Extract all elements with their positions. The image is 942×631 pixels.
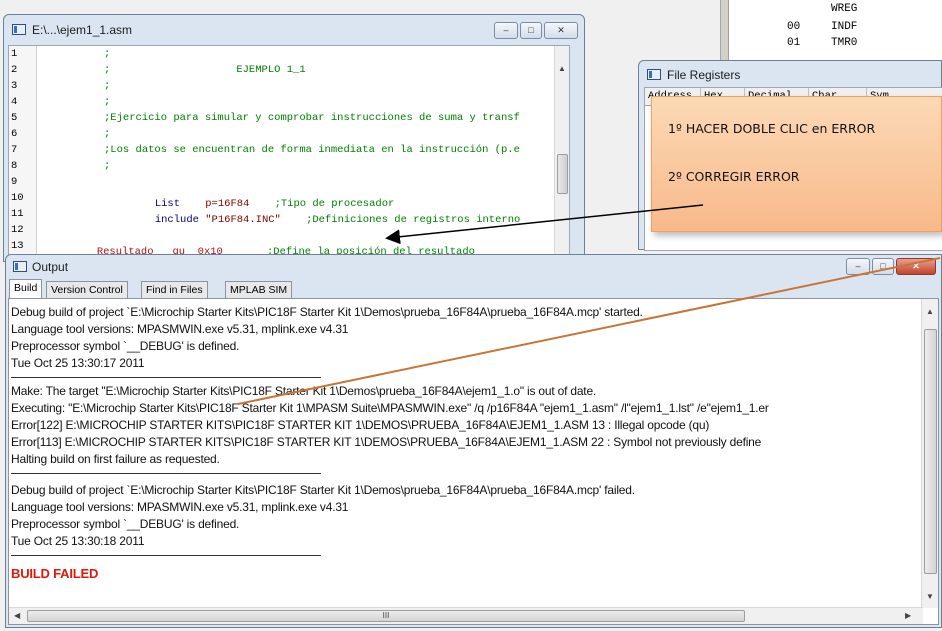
error-line[interactable]: Error[122] E:\MICROCHIP STARTER KITS\PIC… (11, 418, 709, 432)
line-number: 2 (11, 64, 18, 76)
tab-build[interactable]: Build (9, 279, 43, 299)
line-number: 5 (11, 112, 18, 124)
code-line-11[interactable]: include "P16F84.INC" ;Definiciones de re… (117, 202, 521, 238)
close-button[interactable]: ✕ (896, 258, 936, 275)
log-line: Make: The target "E:\Microchip Starter K… (11, 384, 597, 398)
minimize-button[interactable]: – (494, 22, 518, 39)
code-line[interactable]: ; (41, 128, 110, 140)
error-line[interactable]: Error[113] E:\MICROCHIP STARTER KITS\PIC… (11, 435, 761, 449)
code-line[interactable]: ; EJEMPLO 1_1 (41, 64, 306, 76)
line-number: 3 (11, 80, 18, 92)
editor-vertical-scrollbar[interactable]: ▲ (554, 46, 569, 257)
log-line: Language tool versions: MPASMWIN.exe v5.… (11, 500, 349, 514)
code-line[interactable]: ; (41, 96, 110, 108)
window-icon (647, 69, 661, 80)
log-line: Tue Oct 25 13:30:18 2011 (11, 534, 145, 548)
line-comment: ;Definiciones de registros interno (306, 214, 521, 226)
log-line: Debug build of project `E:\Microchip Sta… (11, 305, 643, 319)
output-vertical-scrollbar[interactable]: ▲ ▼ (921, 299, 938, 608)
line-number: 8 (11, 160, 18, 172)
scroll-down-icon[interactable]: ▼ (926, 592, 934, 601)
build-output-log[interactable]: Debug build of project `E:\Microchip Sta… (8, 298, 939, 625)
log-line: Debug build of project `E:\Microchip Sta… (11, 483, 635, 497)
output-titlebar[interactable]: Output – □ ✕ (6, 255, 941, 279)
line-number: 1 (11, 48, 18, 60)
scroll-thumb[interactable]: III (27, 610, 745, 622)
register-name[interactable]: INDF (831, 21, 857, 33)
build-status: BUILD FAILED (11, 566, 99, 581)
log-line: Halting build on first failure as reques… (11, 452, 220, 466)
scroll-left-icon[interactable]: ◀ (14, 611, 20, 620)
log-line: Tue Oct 25 13:30:17 2011 (11, 356, 145, 370)
line-number: 9 (11, 176, 18, 188)
code-line[interactable]: ;Los datos se encuentran de forma inmedi… (41, 144, 520, 156)
editor-titlebar[interactable]: E:\...\ejem1_1.asm – □ ✕ (4, 15, 584, 45)
scroll-up-icon[interactable]: ▲ (926, 307, 934, 316)
line-number: 10 (11, 192, 24, 204)
instruction-callout: 1º HACER DOBLE CLIC en ERROR 2º CORREGIR… (651, 96, 942, 232)
line-number: 4 (11, 96, 18, 108)
register-name[interactable]: TMR0 (831, 37, 857, 49)
close-button[interactable]: ✕ (544, 22, 578, 39)
callout-step-2: 2º CORREGIR ERROR (668, 169, 800, 184)
line-number: 11 (11, 208, 24, 220)
editor-window[interactable]: E:\...\ejem1_1.asm – □ ✕ 1 2 3 4 5 6 7 8 9 10 11 12… (3, 14, 585, 262)
code-line[interactable]: ; (41, 48, 110, 60)
line-number: 13 (11, 240, 24, 252)
line-number: 7 (11, 144, 18, 156)
line-number: 12 (11, 224, 24, 236)
output-horizontal-scrollbar[interactable]: ◀ III ▶ (9, 607, 923, 624)
line-number-gutter: 1 2 3 4 5 6 7 8 9 10 11 12 13 (9, 46, 37, 257)
log-separator (11, 555, 321, 556)
scroll-thumb[interactable] (924, 329, 937, 574)
window-icon (12, 24, 26, 35)
minimize-button[interactable]: – (846, 258, 870, 275)
log-line: Preprocessor symbol `__DEBUG' is defined… (11, 339, 240, 353)
window-icon (13, 261, 27, 272)
directive-arg: "P16F84.INC" (205, 214, 281, 226)
output-window[interactable]: Output – □ ✕ Build Version Control Find … (5, 254, 942, 628)
register-addr: 00 (787, 21, 801, 33)
log-line: Language tool versions: MPASMWIN.exe v5.… (11, 322, 349, 336)
code-line[interactable]: ; (41, 160, 110, 172)
log-separator (11, 377, 321, 378)
tab-find-in-files[interactable]: Find in Files (141, 281, 208, 299)
panel-stripe (721, 0, 729, 60)
log-line: Executing: "E:\Microchip Starter Kits\PI… (11, 401, 769, 415)
line-number: 6 (11, 128, 18, 140)
tab-version-control[interactable]: Version Control (46, 281, 128, 299)
code-editor[interactable]: 1 2 3 4 5 6 7 8 9 10 11 12 13 ; ; EJEMPLO 1_1 ; ; ;E… (8, 45, 570, 258)
scroll-right-icon[interactable]: ▶ (905, 611, 911, 620)
directive: include (154, 214, 199, 226)
file-registers-title: File Registers (667, 68, 741, 82)
editor-title: E:\...\ejem1_1.asm (32, 23, 133, 37)
code-line[interactable]: ;Ejercicio para simular y comprobar inst… (41, 112, 520, 124)
log-separator (11, 473, 321, 474)
code-line[interactable]: ; (41, 80, 110, 92)
tab-mplab-sim[interactable]: MPLAB SIM (225, 281, 293, 299)
register-addr: 01 (787, 37, 801, 49)
maximize-button[interactable]: □ (520, 22, 542, 39)
background-register-panel: WREG 00 INDF 01 TMR0 (720, 0, 942, 60)
log-line: Preprocessor symbol `__DEBUG' is defined… (11, 517, 240, 531)
maximize-button[interactable]: □ (872, 258, 894, 275)
callout-step-1: 1º HACER DOBLE CLIC en ERROR (668, 121, 876, 136)
scroll-thumb[interactable] (557, 154, 568, 194)
scroll-up-icon[interactable]: ▲ (558, 64, 566, 73)
register-header: WREG (831, 3, 858, 15)
output-title: Output (32, 260, 69, 274)
